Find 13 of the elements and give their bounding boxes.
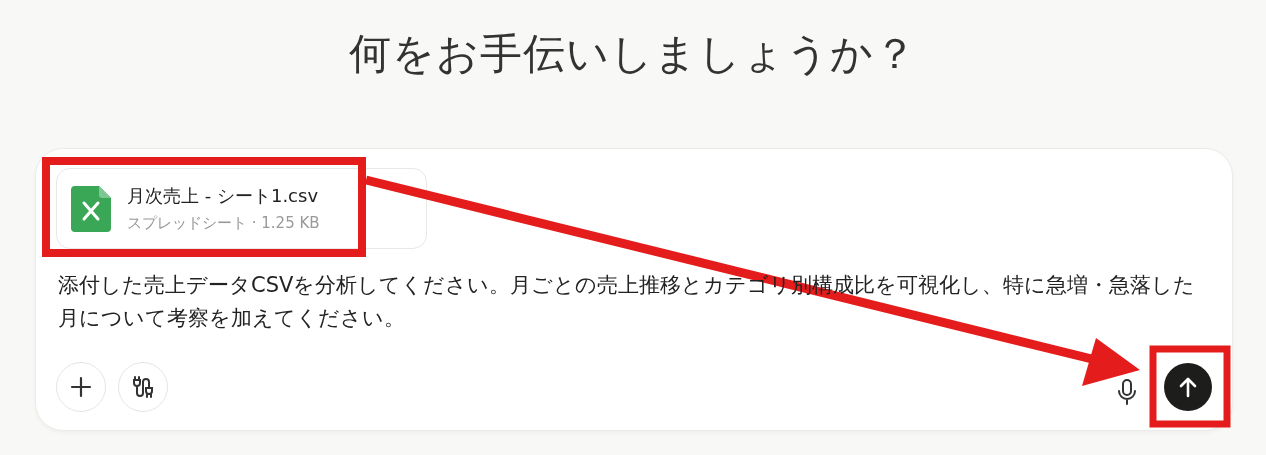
microphone-icon [1117,379,1137,405]
microphone-button[interactable] [1116,379,1138,405]
arrow-up-icon [1178,376,1198,398]
plug-icon [131,375,155,399]
plus-icon [70,376,92,398]
add-button[interactable] [56,362,106,412]
spreadsheet-file-icon [71,185,111,232]
send-button[interactable] [1164,363,1212,411]
file-name: 月次売上 - シート1.csv [127,184,320,208]
attachment-card[interactable]: 月次売上 - シート1.csv スプレッドシート · 1.25 KB [56,168,427,249]
file-meta: スプレッドシート · 1.25 KB [127,214,320,233]
connector-button[interactable] [118,362,168,412]
page-heading: 何をお手伝いしましょうか？ [349,28,917,80]
